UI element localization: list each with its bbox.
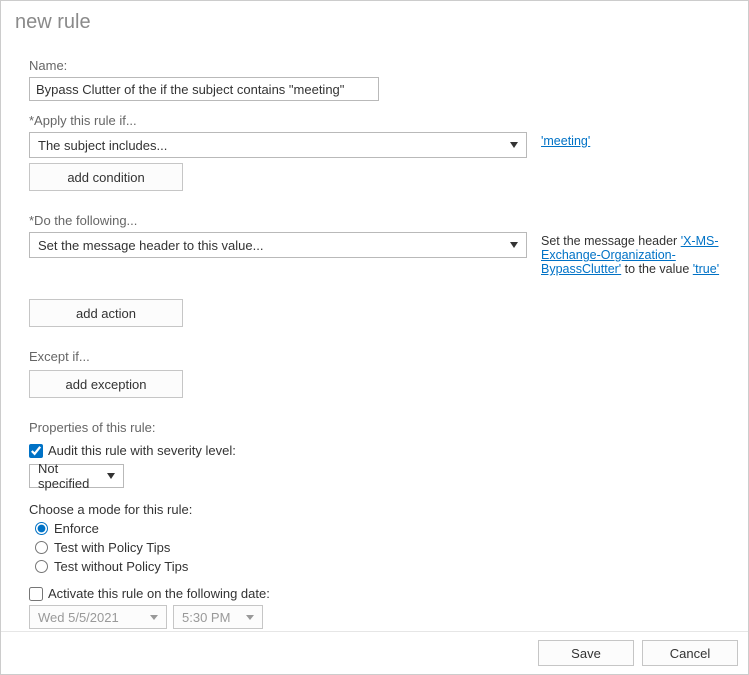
chevron-down-icon (107, 473, 115, 479)
dialog-footer: Save Cancel (1, 631, 748, 674)
do-following-summary: Set the message header 'X-MS-Exchange-Or… (541, 232, 720, 276)
chevron-down-icon (150, 615, 158, 620)
apply-if-label: *Apply this rule if... (29, 113, 720, 128)
mode-enforce-radio[interactable] (35, 522, 48, 535)
dialog-title: new rule (1, 1, 748, 38)
chevron-down-icon (246, 615, 254, 620)
mode-label: Choose a mode for this rule: (29, 502, 720, 517)
add-exception-button[interactable]: add exception (29, 370, 183, 398)
header-value-link[interactable]: 'true' (693, 262, 719, 276)
mode-enforce-label: Enforce (54, 521, 99, 536)
activate-date-checkbox[interactable] (29, 587, 43, 601)
except-if-label: Except if... (29, 349, 720, 364)
chevron-down-icon (510, 142, 518, 148)
name-input[interactable] (29, 77, 379, 101)
dialog-content: Name: *Apply this rule if... The subject… (1, 38, 748, 631)
activate-time-value: 5:30 PM (182, 610, 230, 625)
audit-label: Audit this rule with severity level: (48, 443, 236, 458)
activate-date-select[interactable]: Wed 5/5/2021 (29, 605, 167, 629)
do-following-selected: Set the message header to this value... (38, 238, 263, 253)
mode-test-tips-radio[interactable] (35, 541, 48, 554)
properties-label: Properties of this rule: (29, 420, 720, 435)
apply-if-value-link[interactable]: 'meeting' (541, 134, 590, 148)
activate-date-label: Activate this rule on the following date… (48, 586, 270, 601)
severity-select[interactable]: Not specified (29, 464, 124, 488)
apply-if-selected: The subject includes... (38, 138, 167, 153)
activate-date-value: Wed 5/5/2021 (38, 610, 119, 625)
add-action-button[interactable]: add action (29, 299, 183, 327)
save-button[interactable]: Save (538, 640, 634, 666)
cancel-button[interactable]: Cancel (642, 640, 738, 666)
mode-test-notips-radio[interactable] (35, 560, 48, 573)
activate-time-select[interactable]: 5:30 PM (173, 605, 263, 629)
mode-test-tips-label: Test with Policy Tips (54, 540, 170, 555)
chevron-down-icon (510, 242, 518, 248)
audit-checkbox[interactable] (29, 444, 43, 458)
add-condition-button[interactable]: add condition (29, 163, 183, 191)
do-following-label: *Do the following... (29, 213, 720, 228)
name-label: Name: (29, 58, 720, 73)
mode-test-notips-label: Test without Policy Tips (54, 559, 188, 574)
severity-selected: Not specified (38, 461, 107, 491)
do-following-select[interactable]: Set the message header to this value... (29, 232, 527, 258)
apply-if-select[interactable]: The subject includes... (29, 132, 527, 158)
new-rule-dialog: new rule Name: *Apply this rule if... Th… (0, 0, 749, 675)
